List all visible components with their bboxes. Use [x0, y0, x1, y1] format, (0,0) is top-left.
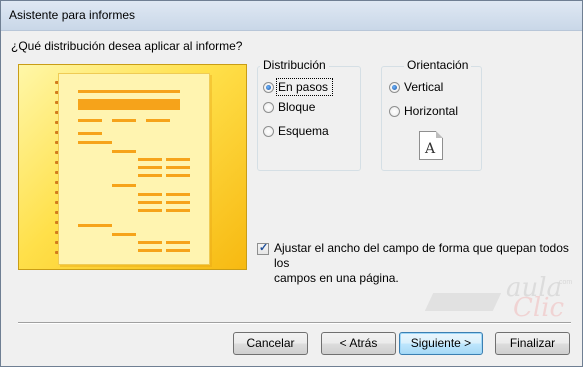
adjust-width-checkbox[interactable]	[257, 241, 269, 255]
preview-page	[58, 73, 210, 265]
radio-label-vertical: Vertical	[404, 80, 444, 94]
adjust-width-label-line2: campos en una página.	[274, 271, 399, 285]
radio-button[interactable]	[389, 105, 400, 117]
radio-button[interactable]	[263, 101, 274, 113]
question-label: ¿Qué distribución desea aplicar al infor…	[11, 39, 243, 53]
letter-a-icon: A	[425, 141, 436, 157]
title-bar[interactable]: Asistente para informes	[1, 1, 582, 31]
aulaclic-watermark: aula Clic .com	[421, 273, 573, 324]
button-separator	[18, 322, 571, 324]
adjust-width-label-line1: Ajustar el ancho del campo de forma que …	[274, 241, 569, 270]
graduation-cap-icon	[424, 293, 502, 311]
radio-button-selected[interactable]	[389, 81, 400, 93]
next-button[interactable]: Siguiente >	[399, 332, 483, 355]
radio-horizontal[interactable]: Horizontal	[389, 103, 458, 119]
back-button[interactable]: < Atrás	[321, 332, 396, 355]
radio-en-pasos[interactable]: En pasos	[263, 78, 334, 96]
radio-esquema[interactable]: Esquema	[263, 123, 329, 139]
layout-preview-image	[18, 64, 247, 270]
finish-button[interactable]: Finalizar	[495, 332, 570, 355]
watermark-word-clic: Clic	[513, 293, 565, 323]
radio-bloque[interactable]: Bloque	[263, 99, 315, 115]
radio-button[interactable]	[263, 125, 274, 137]
radio-vertical[interactable]: Vertical	[389, 79, 443, 95]
orientation-group-label: Orientación	[404, 58, 472, 72]
watermark-suffix: .com	[557, 279, 573, 286]
radio-label-esquema: Esquema	[278, 124, 329, 138]
radio-button-selected[interactable]	[263, 81, 274, 93]
portrait-page-icon: A	[419, 131, 443, 160]
radio-label-horizontal: Horizontal	[404, 104, 459, 118]
page-fold-icon	[436, 131, 443, 138]
window-title: Asistente para informes	[9, 8, 136, 22]
radio-label-bloque: Bloque	[278, 100, 316, 114]
radio-label-en-pasos: En pasos	[275, 78, 334, 96]
report-wizard-dialog: Asistente para informes ¿Qué distribució…	[0, 0, 583, 367]
cancel-button[interactable]: Cancelar	[233, 332, 308, 355]
distribution-group-label: Distribución	[260, 58, 329, 72]
